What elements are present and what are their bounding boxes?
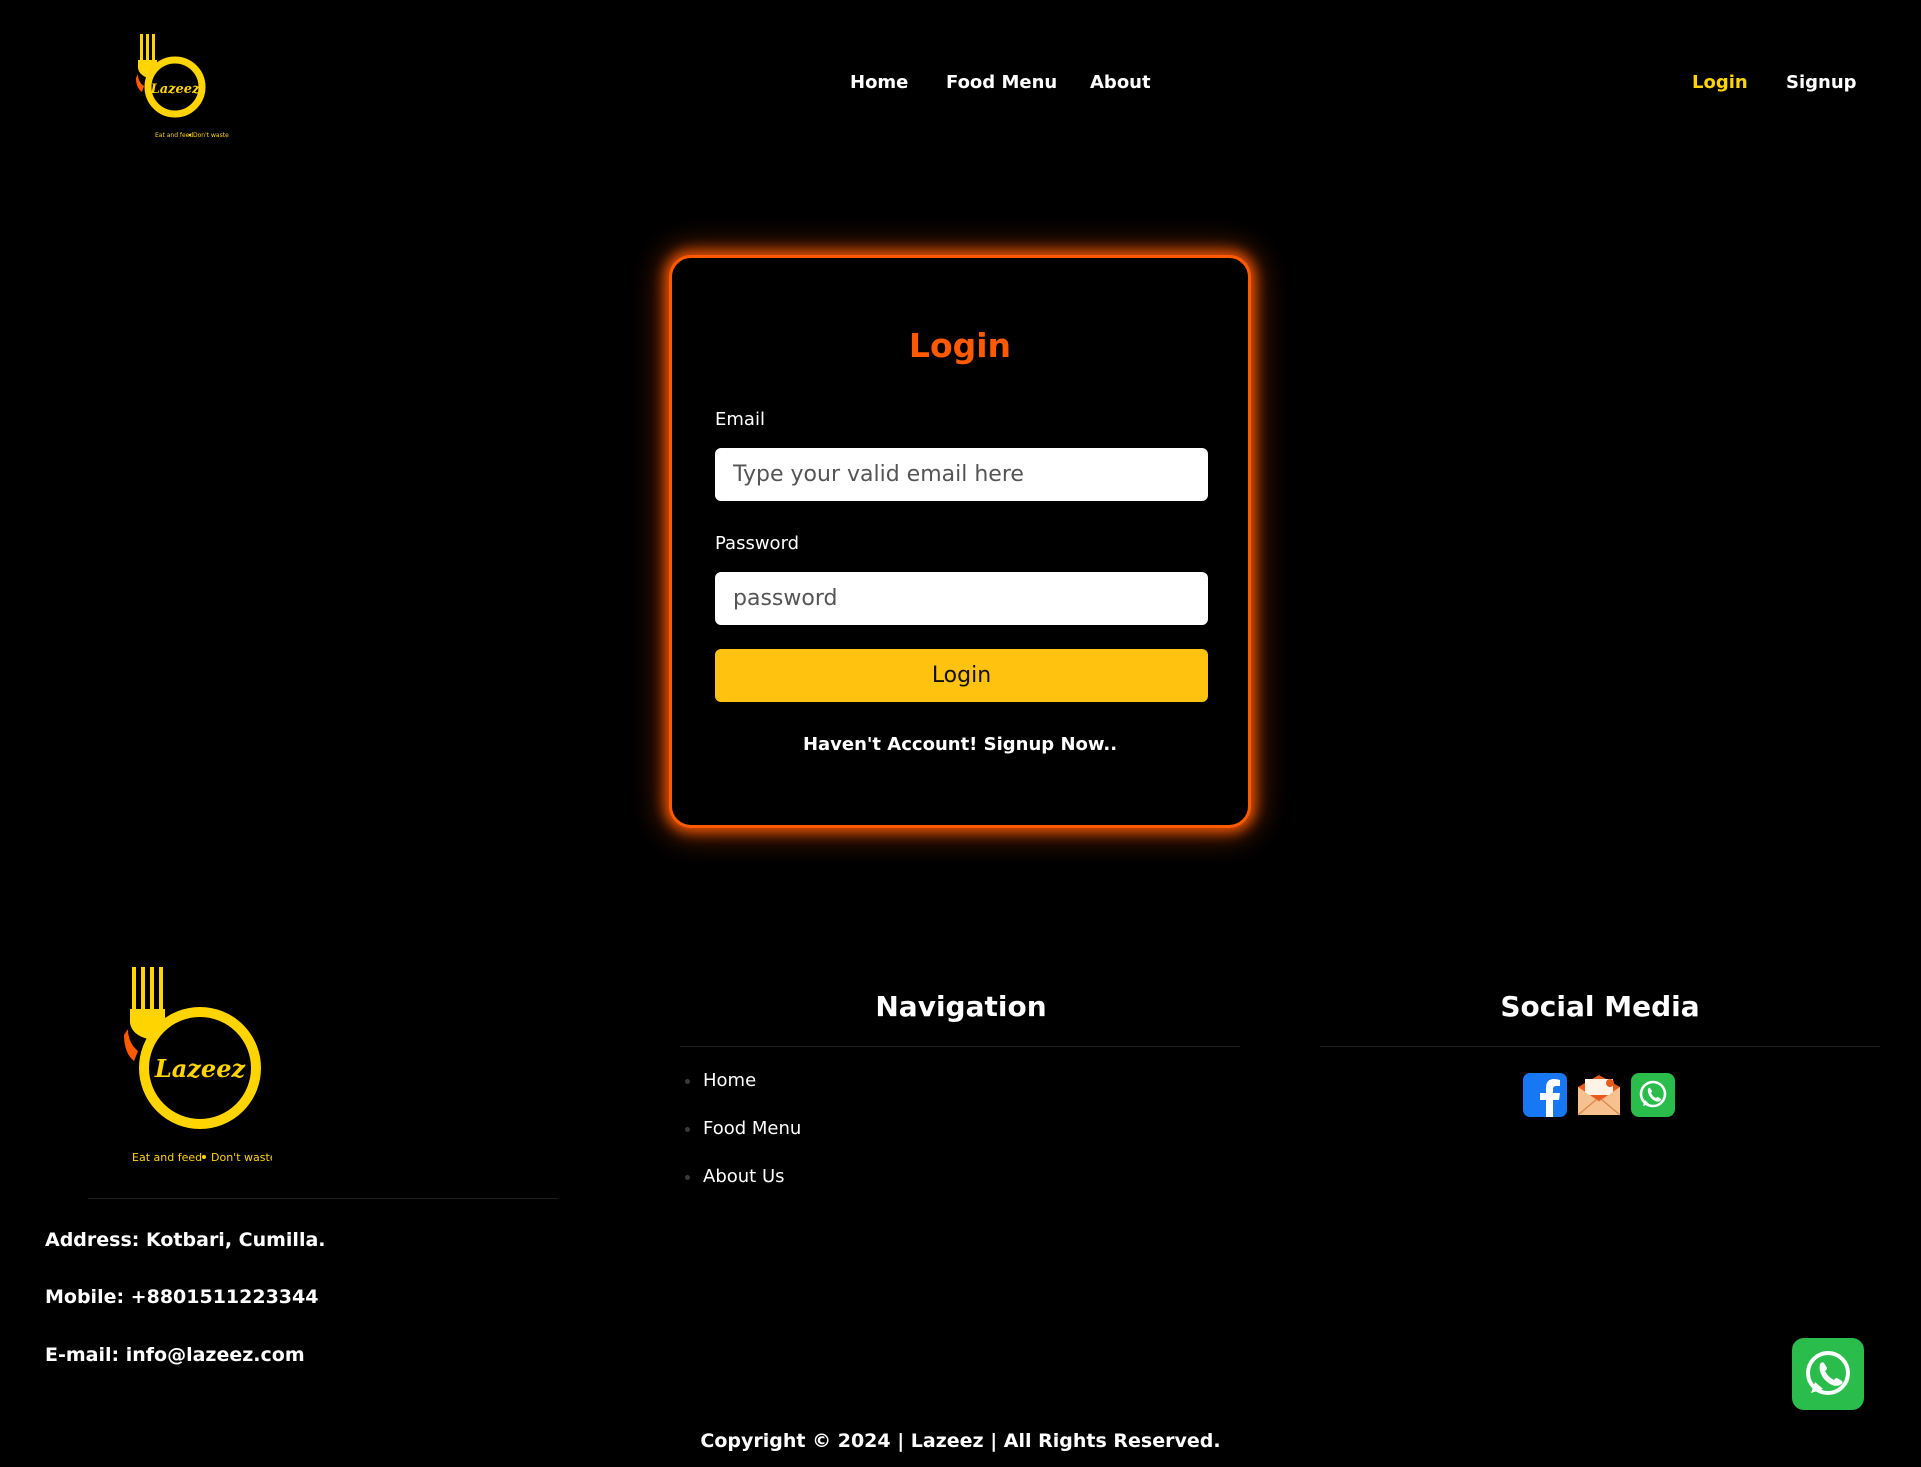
login-card: Login Email Password Login Haven't Accou… — [669, 255, 1251, 828]
password-label: Password — [715, 533, 800, 554]
whatsapp-floating-button[interactable] — [1792, 1338, 1864, 1410]
footer-tagline-left: Eat and feed — [132, 1151, 202, 1164]
social-media-heading: Social Media — [1500, 990, 1700, 1023]
login-title: Login — [908, 326, 1012, 365]
footer-logo-divider — [88, 1198, 558, 1199]
footer-nav-about-us-link[interactable]: About Us — [703, 1166, 785, 1187]
contact-email: E-mail: info@lazeez.com — [45, 1344, 305, 1366]
auth-navigation: Login Signup — [0, 72, 1921, 102]
login-button[interactable]: Login — [715, 649, 1208, 702]
password-field[interactable] — [715, 572, 1208, 625]
contact-mobile: Mobile: +8801511223344 — [45, 1286, 319, 1308]
footer-logo: Lazeez Eat and feed Don't waste — [124, 967, 272, 1164]
facebook-icon[interactable] — [1523, 1073, 1567, 1117]
nav-login[interactable]: Login — [1692, 72, 1748, 93]
footer-nav-food-menu-link[interactable]: Food Menu — [703, 1118, 801, 1139]
footer-nav-about-us[interactable]: About Us — [685, 1166, 801, 1214]
email-field[interactable] — [715, 448, 1208, 501]
footer-nav-food-menu[interactable]: Food Menu — [685, 1118, 801, 1166]
logo-tagline-right: Don't waste — [193, 132, 229, 139]
footer-nav-home[interactable]: Home — [685, 1070, 801, 1118]
bullet-icon — [685, 1079, 690, 1084]
signup-link[interactable]: Haven't Account! Signup Now.. — [672, 734, 1248, 755]
email-icon[interactable] — [1577, 1073, 1621, 1117]
whatsapp-icon[interactable] — [1631, 1073, 1675, 1117]
navigation-heading: Navigation — [875, 990, 1047, 1023]
footer-logo-text: Lazeez — [154, 1054, 247, 1083]
whatsapp-icon — [1806, 1351, 1850, 1395]
footer-nav-home-link[interactable]: Home — [703, 1070, 756, 1091]
logo-tagline-left: Eat and feed — [155, 132, 193, 139]
email-label: Email — [715, 409, 765, 430]
footer-tagline-right: Don't waste — [211, 1151, 272, 1164]
footer-navigation: Home Food Menu About Us — [685, 1070, 801, 1214]
social-icons — [1523, 1073, 1675, 1117]
bullet-icon — [685, 1127, 690, 1132]
nav-signup[interactable]: Signup — [1786, 72, 1857, 93]
navigation-divider — [680, 1046, 1240, 1047]
contact-address: Address: Kotbari, Cumilla. — [45, 1229, 326, 1251]
social-divider — [1320, 1046, 1880, 1047]
copyright: Copyright © 2024 | Lazeez | All Rights R… — [700, 1430, 1221, 1452]
bullet-icon — [685, 1175, 690, 1180]
